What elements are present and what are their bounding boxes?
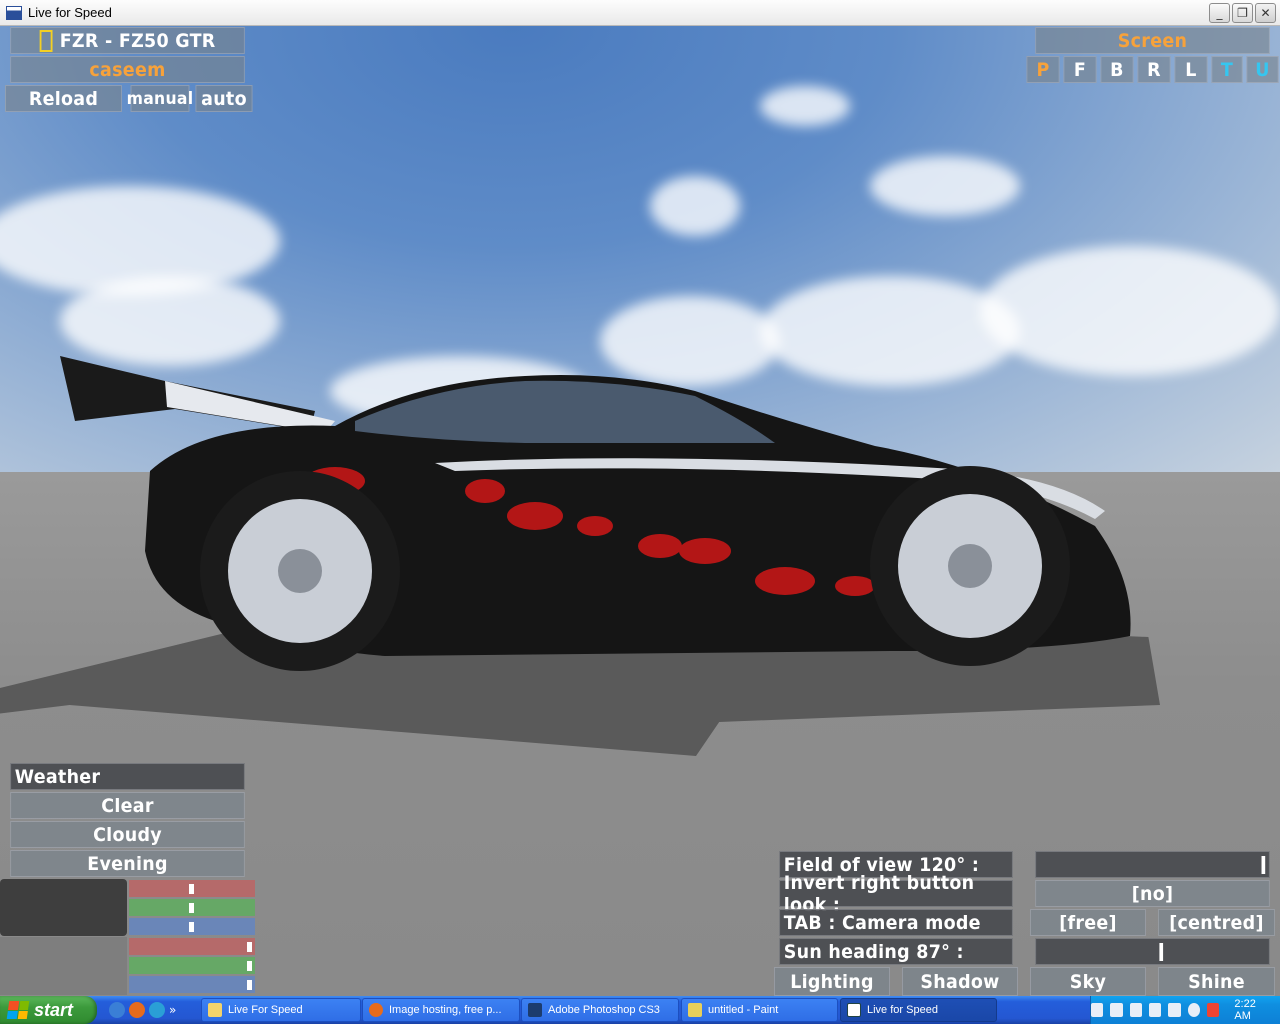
taskbar: start » Live For Speed Image hosting, fr… [0,996,1280,1024]
window-title: Live for Speed [28,5,112,20]
weather-evening-button[interactable]: Evening [10,850,245,877]
taskbar-item-live-for-speed-folder[interactable]: Live For Speed [201,998,361,1022]
cloud [650,176,740,236]
quick-launch-more[interactable]: » [169,1003,176,1017]
lfs-icon [847,1003,861,1017]
fov-slider[interactable] [1035,851,1270,878]
manual-button[interactable]: manual [127,85,193,112]
weather-cloudy-button[interactable]: Cloudy [10,821,245,848]
gear-indicator-icon [39,29,53,52]
clock: 2:22 AM [1234,998,1256,1022]
photoshop-icon [528,1003,542,1017]
screen-button-l[interactable]: L [1174,56,1208,83]
light-red-slider[interactable] [129,938,255,955]
screen-button-t[interactable]: T [1211,56,1243,83]
flag-icon[interactable] [1207,1003,1220,1017]
firefox-icon [369,1003,383,1017]
help-icon[interactable] [1129,1003,1143,1017]
ambient-blue-slider[interactable] [129,918,255,935]
tab-sky[interactable]: Sky [1030,967,1146,996]
camera-free-button[interactable]: [free] [1030,909,1146,936]
skin-name-button[interactable]: caseem [10,56,245,83]
ambient-green-slider[interactable] [129,899,255,916]
car-name-button[interactable]: FZR - FZ50 GTR [10,27,245,54]
screen-button-p[interactable]: P [1026,56,1060,83]
media-player-icon[interactable] [149,1002,165,1018]
car-window [355,380,775,443]
tab-shine[interactable]: Shine [1158,967,1275,996]
window-titlebar: Live for Speed _ ❐ ✕ [0,0,1280,26]
tab-shadow[interactable]: Shadow [902,967,1018,996]
screen-button-r[interactable]: R [1137,56,1171,83]
taskbar-item-label: Live For Speed [228,1004,303,1016]
sun-heading-slider[interactable] [1035,938,1270,965]
app-icon [6,5,22,20]
volume-icon[interactable] [1168,1003,1181,1017]
front-wheel [870,466,1070,666]
invert-look-toggle[interactable]: [no] [1035,880,1270,907]
ambient-red-slider[interactable] [129,880,255,897]
cloud [760,86,850,126]
invert-look-label: Invert right button look : [779,872,1013,916]
weather-header: Weather [10,763,245,790]
reload-button[interactable]: Reload [5,85,122,112]
ambient-color-swatch [0,879,127,936]
cloud [870,156,1020,216]
taskbar-item-image-hosting[interactable]: Image hosting, free p... [362,998,520,1022]
sun-heading-slider-handle[interactable] [1159,943,1164,961]
taskbar-item-label: Adobe Photoshop CS3 [548,1004,660,1016]
screen-button-u[interactable]: U [1246,56,1279,83]
sun-heading-label: Sun heading 87° : [779,938,1013,965]
close-button[interactable]: ✕ [1255,3,1276,23]
folder-icon [208,1003,222,1017]
window-controls: _ ❐ ✕ [1209,3,1276,23]
light-color-swatch [0,937,127,995]
camera-centred-button[interactable]: [centred] [1158,909,1275,936]
network-icon[interactable] [1091,1003,1104,1017]
camera-mode-label: TAB : Camera mode [779,909,1013,936]
restore-button[interactable]: ❐ [1232,3,1253,23]
light-blue-slider[interactable] [129,976,255,993]
taskbar-item-label: Live for Speed [867,1004,938,1016]
rear-wing-plate [165,381,335,433]
rear-wheel [200,471,400,671]
game-viewport[interactable]: FZR - FZ50 GTR caseem Reload manual auto… [0,26,1280,996]
car-model [60,356,1131,671]
monitor-icon[interactable] [1110,1003,1123,1017]
tray-icon[interactable] [1149,1003,1162,1017]
tray-expand-icon[interactable] [1187,1003,1201,1017]
screen-button-f[interactable]: F [1063,56,1097,83]
minimize-button[interactable]: _ [1209,3,1230,23]
screen-button-b[interactable]: B [1100,56,1134,83]
taskbar-item-live-for-speed[interactable]: Live for Speed [840,998,997,1022]
paint-icon [688,1003,702,1017]
start-label: start [34,999,74,1020]
taskbar-item-photoshop[interactable]: Adobe Photoshop CS3 [521,998,679,1022]
ie-icon[interactable] [109,1002,125,1018]
weather-clear-button[interactable]: Clear [10,792,245,819]
screen-title: Screen [1035,27,1270,54]
taskbar-item-paint[interactable]: untitled - Paint [681,998,838,1022]
windows-flag-icon [6,1001,30,1019]
light-green-slider[interactable] [129,957,255,974]
auto-button[interactable]: auto [195,85,253,112]
system-tray: 2:22 AM [1090,996,1280,1024]
tab-lighting[interactable]: Lighting [774,967,890,996]
start-button[interactable]: start [0,996,97,1024]
taskbar-item-label: Image hosting, free p... [389,1004,502,1016]
car-name: FZR - FZ50 GTR [59,29,216,52]
quick-launch: » [109,1002,176,1018]
taskbar-item-label: untitled - Paint [708,1004,779,1016]
fov-slider-handle[interactable] [1261,856,1266,874]
firefox-icon[interactable] [129,1002,145,1018]
